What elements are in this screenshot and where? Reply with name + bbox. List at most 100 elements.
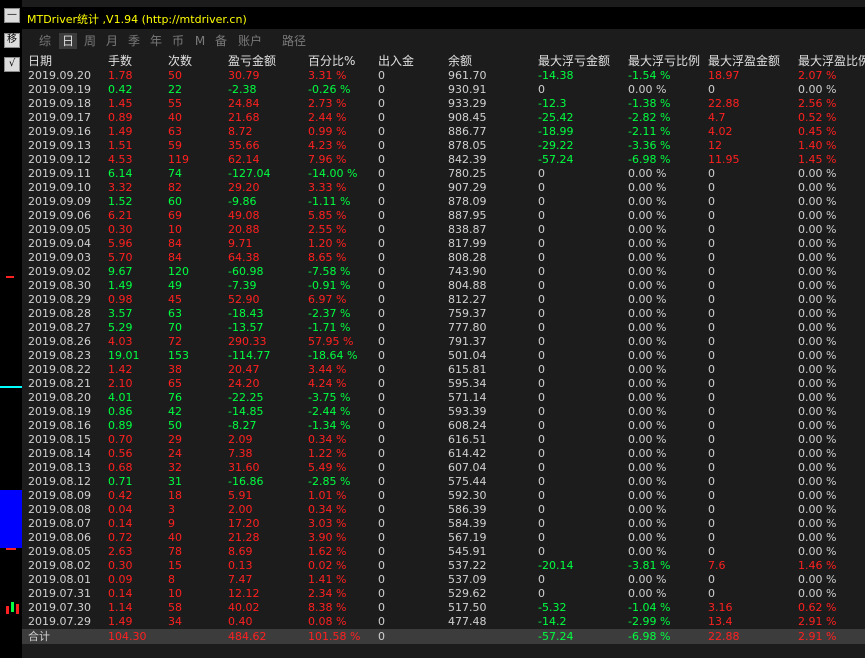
table-row[interactable]: 2019.08.21 2.10 65 24.20 4.24 % 0 595.34 0 0.00 …	[22, 377, 865, 391]
table-cell: 4.7	[708, 111, 726, 124]
table-cell: 82	[168, 181, 182, 194]
table-row[interactable]: 2019.08.26 4.03 72 290.33 57.95 % 0 791.37 0 0.0…	[22, 335, 865, 349]
table-cell: 5.96	[108, 237, 133, 250]
table-row[interactable]: 2019.09.09 1.52 60 -9.86 -1.11 % 0 878.09 0 0.00…	[22, 195, 865, 209]
table-row[interactable]: 2019.08.06 0.72 40 21.28 3.90 % 0 567.19 0 0.00 …	[22, 531, 865, 545]
table-row[interactable]: 2019.09.12 4.53 119 62.14 7.96 % 0 842.39 -57.2…	[22, 153, 865, 167]
table-row[interactable]: 2019.09.19 0.42 22 -2.38 -0.26 % 0 930.91 0 0.00…	[22, 83, 865, 97]
table-row[interactable]: 2019.08.30 1.49 49 -7.39 -0.91 % 0 804.88 0 0.00…	[22, 279, 865, 293]
column-header[interactable]: 最大浮亏金额	[538, 54, 610, 68]
table-cell: -6.98 %	[628, 153, 671, 166]
minimize-button[interactable]: —	[4, 8, 20, 23]
total-cell: 22.88	[708, 630, 740, 643]
toolbar-tab[interactable]: 账户	[236, 33, 264, 49]
table-cell: 63	[168, 307, 182, 320]
table-cell: -0.91 %	[308, 279, 351, 292]
column-header[interactable]: 盈亏金额	[228, 54, 276, 68]
table-row[interactable]: 2019.07.31 0.14 10 12.12 2.34 % 0 529.62 0 0.00 …	[22, 587, 865, 601]
table-row[interactable]: 2019.09.16 1.49 63 8.72 0.99 % 0 886.77 -18.99 -…	[22, 125, 865, 139]
table-row[interactable]: 2019.07.29 1.49 34 0.40 0.08 % 0 477.48 -14.2 -2…	[22, 615, 865, 629]
toolbar-tab[interactable]: 综	[36, 33, 54, 49]
table-cell: 0	[708, 531, 715, 544]
table-row[interactable]: 2019.09.02 9.67 120 -60.98 -7.58 % 0 743.90 0 0.…	[22, 265, 865, 279]
table-cell: 838.87	[448, 223, 487, 236]
column-header[interactable]: 次数	[168, 54, 192, 68]
column-header[interactable]: 最大浮盈比例	[798, 54, 865, 68]
table-cell: -3.81 %	[628, 559, 671, 572]
table-cell: 7.96 %	[308, 153, 347, 166]
table-cell: 0	[378, 601, 385, 614]
table-cell: 5.49 %	[308, 461, 347, 474]
table-cell: 2019.08.09	[28, 489, 91, 502]
toolbar-tab[interactable]: 周	[81, 33, 99, 49]
table-cell: 0.00 %	[798, 503, 837, 516]
table-row[interactable]: 2019.08.05 2.63 78 8.69 1.62 % 0 545.91 0 0.00 %…	[22, 545, 865, 559]
table-row[interactable]: 2019.09.10 3.32 82 29.20 3.33 % 0 907.29 0 0.00 …	[22, 181, 865, 195]
table-row[interactable]: 2019.08.07 0.14 9 17.20 3.03 % 0 584.39 0 0.00 %…	[22, 517, 865, 531]
column-header[interactable]: 余额	[448, 54, 472, 68]
toolbar-tab[interactable]: 年	[147, 33, 165, 49]
move-button[interactable]: 移	[4, 33, 20, 48]
table-cell: 2019.08.23	[28, 349, 91, 362]
column-header[interactable]: 出入金	[378, 54, 414, 68]
table-cell: 1.51	[108, 139, 133, 152]
table-row[interactable]: 2019.08.27 5.29 70 -13.57 -1.71 % 0 777.80 0 0.0…	[22, 321, 865, 335]
table-cell: 3.90 %	[308, 531, 347, 544]
table-cell: 64.38	[228, 251, 260, 264]
table-row[interactable]: 2019.09.11 6.14 74 -127.04 -14.00 % 0 780.25 0 0…	[22, 167, 865, 181]
table-row[interactable]: 2019.09.03 5.70 84 64.38 8.65 % 0 808.28 0 0.00 …	[22, 251, 865, 265]
table-row[interactable]: 2019.08.28 3.57 63 -18.43 -2.37 % 0 759.37 0 0.0…	[22, 307, 865, 321]
toolbar-tab[interactable]: 季	[125, 33, 143, 49]
table-row[interactable]: 2019.08.20 4.01 76 -22.25 -3.75 % 0 571.14 0 0.0…	[22, 391, 865, 405]
table-cell: 0	[708, 349, 715, 362]
toolbar-tab[interactable]: 日	[59, 33, 77, 49]
toolbar-tab[interactable]: 币	[169, 33, 187, 49]
table-row[interactable]: 2019.09.17 0.89 40 21.68 2.44 % 0 908.45 -25.42…	[22, 111, 865, 125]
table-row[interactable]: 2019.09.05 0.30 10 20.88 2.55 % 0 838.87 0 0.00 …	[22, 223, 865, 237]
table-row[interactable]: 2019.09.20 1.78 50 30.79 3.31 % 0 961.70 -14.38…	[22, 69, 865, 83]
table-cell: -3.36 %	[628, 139, 671, 152]
table-row[interactable]: 2019.08.14 0.56 24 7.38 1.22 % 0 614.42 0 0.00 %…	[22, 447, 865, 461]
column-header[interactable]: 最大浮亏比例	[628, 54, 700, 68]
table-cell: 31	[168, 475, 182, 488]
column-header[interactable]: 日期	[28, 54, 52, 68]
table-cell: 0	[538, 391, 545, 404]
table-cell: 0	[708, 475, 715, 488]
toolbar-tab[interactable]: M	[193, 33, 207, 49]
table-row[interactable]: 2019.07.30 1.14 58 40.02 8.38 % 0 517.50 -5.32 -…	[22, 601, 865, 615]
table-cell: 0.00 %	[798, 83, 837, 96]
table-cell: 0	[378, 517, 385, 530]
column-header[interactable]: 手数	[108, 54, 132, 68]
table-row[interactable]: 2019.08.23 19.01 153 -114.77 -18.64 % 0 501.04…	[22, 349, 865, 363]
table-row[interactable]: 2019.08.16 0.89 50 -8.27 -1.34 % 0 608.24 0 0.00…	[22, 419, 865, 433]
table-row[interactable]: 2019.08.02 0.30 15 0.13 0.02 % 0 537.22 -20.14 -…	[22, 559, 865, 573]
check-button[interactable]: √	[4, 57, 20, 72]
toolbar-tab[interactable]: 备	[212, 33, 230, 49]
table-cell: 0	[708, 405, 715, 418]
column-header[interactable]: 最大浮盈金额	[708, 54, 780, 68]
table-cell: 593.39	[448, 405, 487, 418]
table-row[interactable]: 2019.09.06 6.21 69 49.08 5.85 % 0 887.95 0 0.00 …	[22, 209, 865, 223]
table-row[interactable]: 2019.09.04 5.96 84 9.71 1.20 % 0 817.99 0 0.00 %…	[22, 237, 865, 251]
table-cell: 7.38	[228, 447, 253, 460]
table-row[interactable]: 2019.08.22 1.42 38 20.47 3.44 % 0 615.81 0 0.00 …	[22, 363, 865, 377]
table-cell: 2019.08.05	[28, 545, 91, 558]
toolbar-tab[interactable]: 月	[103, 33, 121, 49]
table-cell: 2.56 %	[798, 97, 837, 110]
table-row[interactable]: 2019.08.15 0.70 29 2.09 0.34 % 0 616.51 0 0.00 %…	[22, 433, 865, 447]
table-row[interactable]: 2019.08.13 0.68 32 31.60 5.49 % 0 607.04 0 0.00 …	[22, 461, 865, 475]
table-row[interactable]: 2019.08.29 0.98 45 52.90 6.97 % 0 812.27 0 0.00 …	[22, 293, 865, 307]
table-row[interactable]: 2019.08.19 0.86 42 -14.85 -2.44 % 0 593.39 0 0.0…	[22, 405, 865, 419]
table-row[interactable]: 2019.09.18 1.45 55 24.84 2.73 % 0 933.29 -12.3 -…	[22, 97, 865, 111]
table-cell: 615.81	[448, 363, 487, 376]
table-row[interactable]: 2019.08.09 0.42 18 5.91 1.01 % 0 592.30 0 0.00 %…	[22, 489, 865, 503]
table-row[interactable]: 2019.08.08 0.04 3 2.00 0.34 % 0 586.39 0 0.00 % 0…	[22, 503, 865, 517]
table-row[interactable]: 2019.08.12 0.71 31 -16.86 -2.85 % 0 575.44 0 0.0…	[22, 475, 865, 489]
toolbar-tab[interactable]: 路径	[280, 33, 308, 49]
table-cell: 65	[168, 377, 182, 390]
table-cell: 0	[538, 405, 545, 418]
table-cell: 592.30	[448, 489, 487, 502]
column-header[interactable]: 百分比%	[308, 54, 355, 68]
table-row[interactable]: 2019.08.01 0.09 8 7.47 1.41 % 0 537.09 0 0.00 % 0…	[22, 573, 865, 587]
table-row[interactable]: 2019.09.13 1.51 59 35.66 4.23 % 0 878.05 -29.22…	[22, 139, 865, 153]
